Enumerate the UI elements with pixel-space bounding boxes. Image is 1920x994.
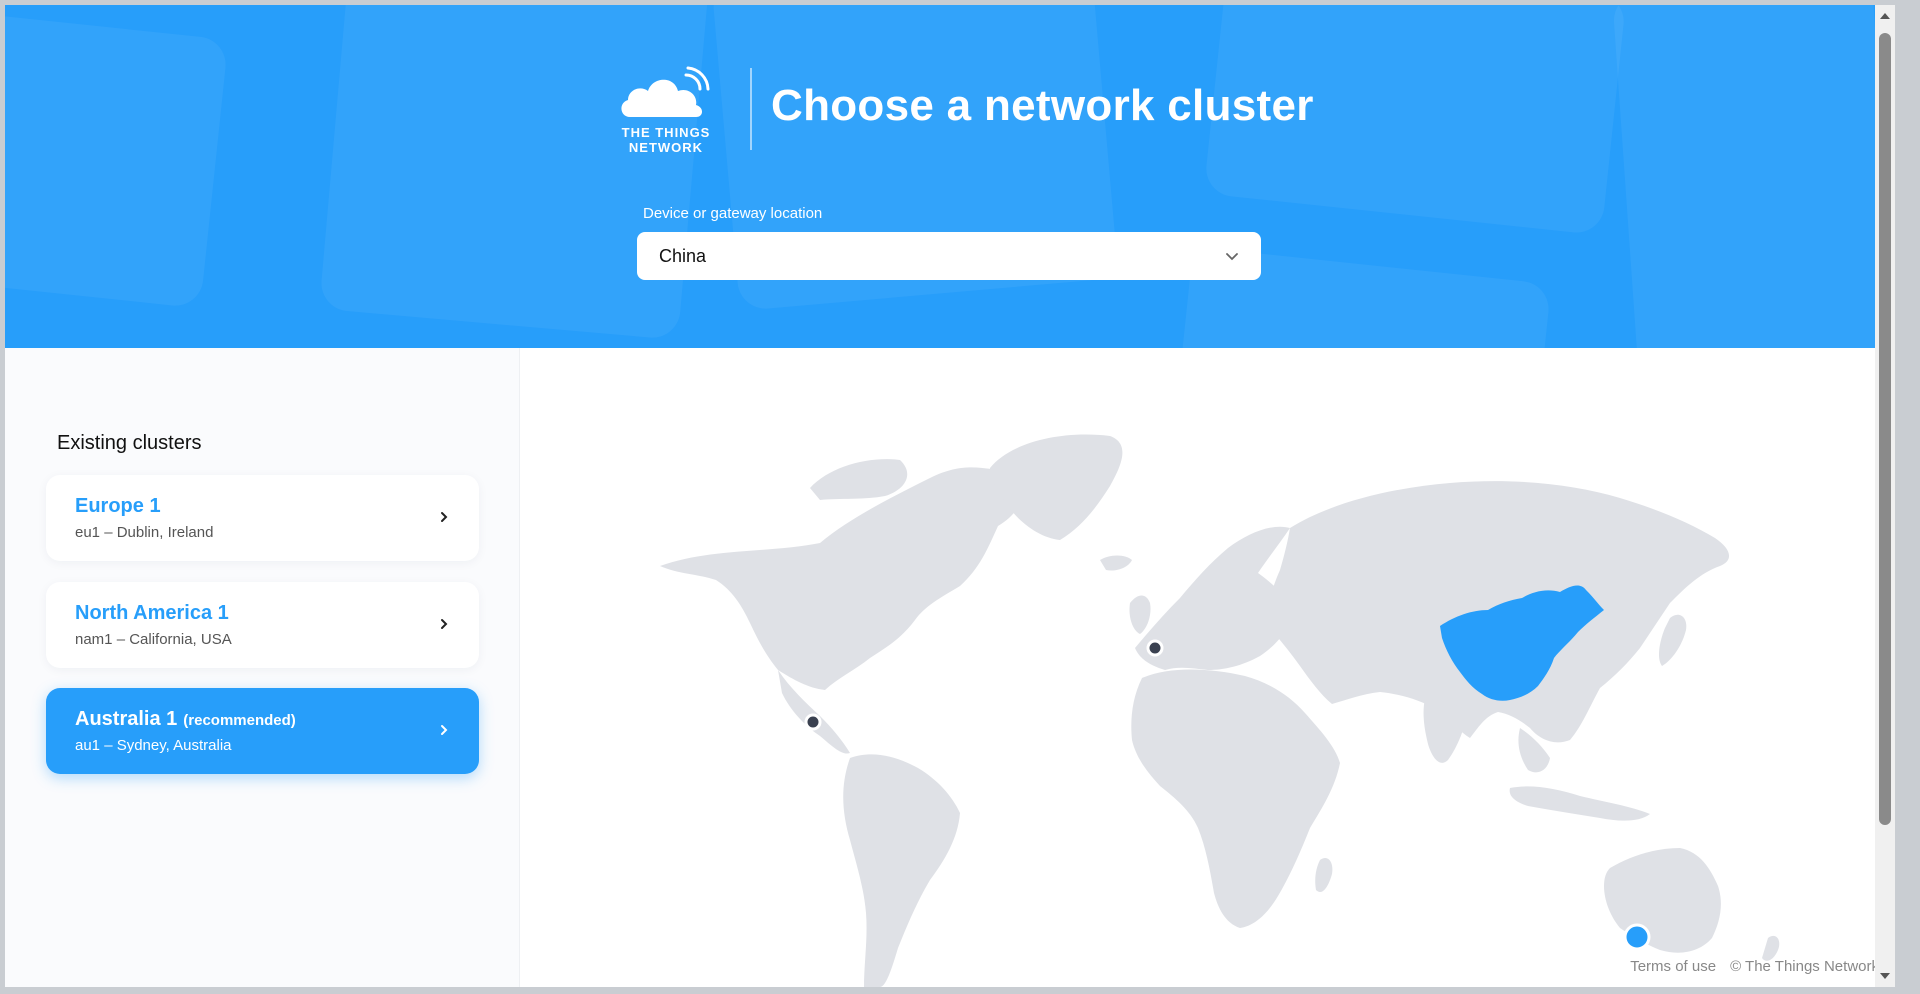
header-decoration [5,11,229,309]
island-iceland [1100,555,1132,571]
chevron-right-icon [441,725,448,735]
page-footer: Terms of use © The Things Network [1630,958,1879,975]
logo-text: THE THINGS NETWORK [616,125,716,155]
page-title: Choose a network cluster [771,81,1314,130]
cluster-dot-north-america [804,713,822,731]
copyright-text: © The Things Network [1730,958,1879,975]
island-uk [1129,595,1151,634]
cluster-subtitle: eu1 – Dublin, Ireland [75,524,214,541]
cluster-name: Australia 1 [75,708,178,730]
cluster-card-australia-1[interactable]: Australia 1 (recommended) au1 – Sydney, A… [46,688,479,774]
cluster-card-europe-1[interactable]: Europe 1 eu1 – Dublin, Ireland [46,475,479,561]
terms-of-use-link[interactable]: Terms of use [1630,958,1716,975]
india [1423,698,1468,763]
island-japan [1658,614,1687,666]
cloud-icon [621,66,710,117]
continent-australia [1604,848,1721,953]
logo-line-1: THE THINGS [621,125,711,140]
clusters-sidebar: Existing clusters Europe 1 eu1 – Dublin,… [5,348,520,987]
chevron-right-icon [441,512,448,522]
location-select[interactable]: China [637,232,1261,280]
browser-viewport: THE THINGS NETWORK Choose a network clus… [5,5,1895,987]
logo-divider [750,68,752,150]
page-header: THE THINGS NETWORK Choose a network clus… [5,5,1895,348]
header-decoration [1612,5,1895,348]
scroll-down-arrow-icon[interactable] [1880,973,1890,979]
cluster-subtitle: au1 – Sydney, Australia [75,737,232,754]
ttn-logo[interactable]: THE THINGS NETWORK [616,65,716,155]
cluster-card-north-america-1[interactable]: North America 1 nam1 – California, USA [46,582,479,668]
vertical-scrollbar[interactable] [1875,5,1895,987]
cluster-name: North America 1 [75,602,229,624]
continent-north-america [660,467,1023,690]
island-madagascar [1315,857,1333,893]
scrollbar-thumb[interactable] [1879,33,1891,825]
sidebar-title: Existing clusters [57,432,202,454]
recommended-badge: (recommended) [183,712,296,729]
location-select-value: China [659,245,707,266]
arctic-islands [810,459,908,500]
logo-line-2: NETWORK [628,140,704,155]
continent-south-america [843,754,960,987]
indonesia [1509,786,1650,821]
cluster-dot-australia [1623,923,1651,951]
chevron-down-icon [1226,253,1238,261]
scroll-up-arrow-icon[interactable] [1880,13,1890,19]
world-map: Terms of use © The Things Network [520,348,1895,987]
chevron-right-icon [441,619,448,629]
location-label: Device or gateway location [643,205,823,222]
continent-africa [1131,669,1340,928]
island-greenland [990,434,1123,540]
header-decoration [319,5,711,340]
cluster-subtitle: nam1 – California, USA [75,631,232,648]
cluster-dot-europe [1146,639,1164,657]
world-map-svg [660,434,1780,987]
cluster-name: Europe 1 [75,495,161,517]
